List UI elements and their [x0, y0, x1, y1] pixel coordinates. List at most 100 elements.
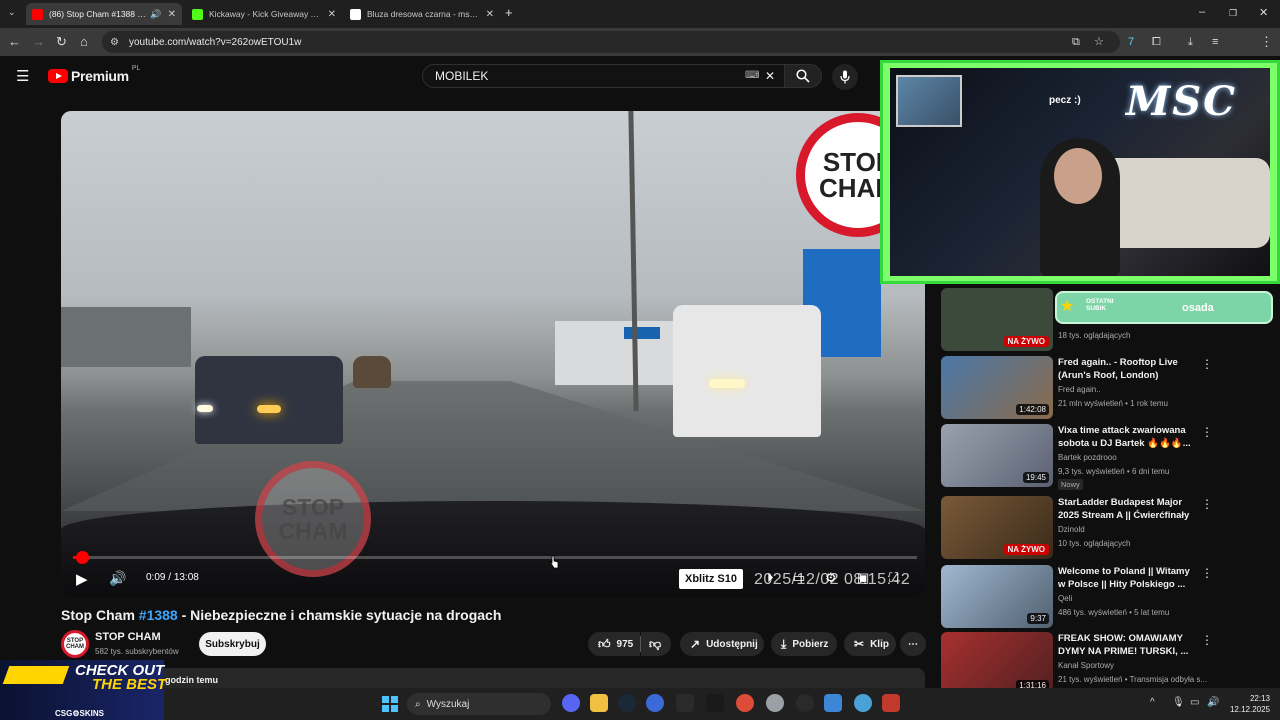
tab-title: (86) Stop Cham #1388 - Nie — [49, 9, 148, 19]
extensions-puzzle-icon[interactable]: ⧠ — [1152, 34, 1161, 50]
more-vertical-icon[interactable]: ⋮ — [1201, 425, 1213, 439]
video-thumbnail[interactable]: 1:42:08 — [941, 356, 1053, 419]
settings-gear-icon[interactable]: ⚙ — [825, 570, 837, 586]
tab-bluza[interactable]: Bluza dresowa czarna - msc_d ✕ — [344, 3, 500, 25]
downloads-icon[interactable]: ⤓ — [1188, 34, 1193, 50]
more-vertical-icon[interactable]: ⋮ — [1201, 357, 1213, 371]
search-button[interactable] — [784, 64, 822, 88]
play-icon[interactable]: ▶ — [76, 570, 88, 588]
windows-taskbar — [0, 688, 1280, 720]
extension-7tv-icon[interactable]: 7 — [1128, 34, 1134, 50]
miniplayer-icon[interactable]: ▣ — [857, 570, 869, 586]
bookmark-star-icon[interactable]: ☆ — [1094, 34, 1104, 50]
forward-icon[interactable]: → — [32, 34, 45, 50]
microphone-tray-icon[interactable]: 🎙 — [1172, 697, 1185, 708]
channel-name[interactable]: Bartek pozdrooo — [1058, 453, 1117, 462]
youtube-logo[interactable]: Premium PL — [48, 64, 141, 84]
channel-name[interactable]: STOP CHAM — [95, 631, 161, 643]
settings-app-icon[interactable] — [766, 694, 784, 712]
more-vertical-icon[interactable]: ⋮ — [1201, 497, 1213, 511]
home-icon[interactable]: ⌂ — [80, 34, 88, 50]
video-title[interactable]: StarLadder Budapest Major 2025 Stream A … — [1058, 496, 1198, 522]
address-bar[interactable]: ⚙ youtube.com/watch?v=262owETOU1w — [102, 31, 1120, 53]
like-button[interactable]: 👍︎ 975 — [588, 632, 640, 656]
video-title[interactable]: Vixa time attack zwariowana sobota u DJ … — [1058, 424, 1198, 450]
tray-chevron-icon[interactable]: ^ — [1150, 697, 1155, 708]
system-clock[interactable]: 22:13 12.12.2025 — [1224, 693, 1270, 715]
more-vertical-icon[interactable]: ⋮ — [1201, 566, 1213, 580]
voice-search-button[interactable] — [832, 64, 858, 90]
close-tab-icon[interactable]: ✕ — [168, 9, 176, 20]
channel-name[interactable]: Kanał Sportowy — [1058, 661, 1114, 670]
file-explorer-icon[interactable] — [590, 694, 608, 712]
app-icon[interactable] — [882, 694, 900, 712]
subtitles-icon[interactable]: ▭ — [793, 570, 805, 586]
streamer-caption: pecz :) — [1049, 95, 1081, 106]
photos-app-icon[interactable] — [824, 694, 842, 712]
video-thumbnail[interactable]: 9:37 — [941, 565, 1053, 628]
install-icon[interactable]: ⧉ — [1072, 34, 1080, 50]
restore-icon[interactable]: ❐ — [1229, 8, 1237, 19]
keyboard-icon[interactable]: ⌨ — [745, 70, 759, 81]
search-input[interactable]: MOBILEK ⌨ ✕ — [422, 64, 784, 88]
download-button[interactable]: ⤓ Pobierz — [771, 632, 837, 656]
close-tab-icon[interactable]: ✕ — [328, 9, 336, 20]
video-thumbnail[interactable]: NA ŻYWO — [941, 496, 1053, 559]
tab-stop-cham[interactable]: (86) Stop Cham #1388 - Nie 🔊 ✕ — [26, 3, 182, 25]
app-icon[interactable] — [854, 694, 872, 712]
close-window-icon[interactable]: ✕ — [1259, 6, 1268, 19]
clear-search-icon[interactable]: ✕ — [765, 69, 775, 83]
video-title[interactable]: FREAK SHOW: OMAWIAMY DYMY NA PRIME! TURS… — [1058, 632, 1198, 658]
progress-bar[interactable] — [73, 551, 917, 564]
steam-app-icon[interactable] — [618, 694, 636, 712]
share-button[interactable]: ↗ Udostępnij — [680, 632, 764, 656]
more-actions-button[interactable]: ⋯ — [900, 632, 926, 656]
share-label: Udostępnij — [706, 638, 758, 650]
video-thumbnail[interactable]: 1:31:16 — [941, 632, 1053, 695]
subscriber-count: 582 tys. subskrybentów — [95, 647, 179, 656]
minimize-icon[interactable]: – — [1199, 6, 1205, 18]
new-tab-plus-icon[interactable]: + — [505, 5, 513, 20]
video-thumbnail[interactable]: NA ŻYWO — [941, 288, 1053, 351]
channel-name[interactable]: Qeli — [1058, 594, 1072, 603]
site-info-icon[interactable]: ⚙ — [110, 37, 119, 48]
fullscreen-icon[interactable]: ⛶ — [889, 570, 898, 586]
nvidia-app-icon[interactable] — [676, 694, 694, 712]
description-text: godzin temu — [165, 675, 218, 685]
channel-name[interactable]: Dzinold — [1058, 525, 1085, 534]
hand-cursor-icon — [549, 555, 559, 569]
region-code: PL — [131, 64, 141, 72]
taskbar-search-box[interactable]: ⌕ Wyszukaj — [407, 693, 551, 715]
channel-avatar[interactable]: STOP CHAM — [61, 630, 89, 658]
volume-icon[interactable]: 🔊 — [109, 570, 126, 587]
hamburger-menu-icon[interactable]: ☰ — [16, 67, 29, 85]
autoplay-toggle-icon[interactable]: ⏵ — [767, 570, 774, 586]
windows-start-icon[interactable] — [382, 696, 398, 712]
back-icon[interactable]: ← — [8, 34, 21, 50]
clip-button[interactable]: ✂ Klip — [844, 632, 896, 656]
obs-app-icon[interactable] — [706, 694, 724, 712]
app-icon[interactable] — [646, 694, 664, 712]
video-player[interactable]: STOP CHAM STOP CHAM ▶ 🔊 0:09 / 13:08 Xbl… — [61, 111, 925, 597]
reload-icon[interactable]: ↻ — [56, 34, 67, 50]
close-tab-icon[interactable]: ✕ — [486, 9, 494, 20]
channel-name[interactable]: Fred again.. — [1058, 385, 1101, 394]
video-title[interactable]: Welcome to Poland || Witamy w Polsce || … — [1058, 565, 1198, 591]
clock-time: 22:13 — [1249, 694, 1270, 703]
video-title[interactable]: Fred again.. - Rooftop Live (Arun's Roof… — [1058, 356, 1198, 382]
video-thumbnail[interactable]: 19:45 — [941, 424, 1053, 487]
speaker-icon[interactable]: 🔊 — [150, 9, 161, 20]
volume-tray-icon[interactable]: 🔊 — [1207, 697, 1219, 708]
chrome-app-icon[interactable] — [736, 694, 754, 712]
app-icon[interactable] — [796, 694, 814, 712]
more-vertical-icon[interactable]: ⋮ — [1201, 633, 1213, 647]
subscribe-button[interactable]: Subskrybuj — [199, 632, 266, 656]
hashtag-link[interactable]: #1388 — [139, 607, 178, 623]
browser-menu-icon[interactable]: ⋮ — [1260, 34, 1273, 50]
discord-app-icon[interactable] — [562, 694, 580, 712]
dislike-button[interactable]: 👎︎ — [641, 632, 671, 656]
media-controls-icon[interactable]: ≡ — [1212, 34, 1218, 50]
tab-kickaway[interactable]: Kickaway - Kick Giveaway Tool ✕ — [186, 3, 342, 25]
network-icon[interactable]: ▭ — [1190, 697, 1199, 708]
tab-search-chevron-icon[interactable]: ⌄ — [8, 7, 16, 18]
